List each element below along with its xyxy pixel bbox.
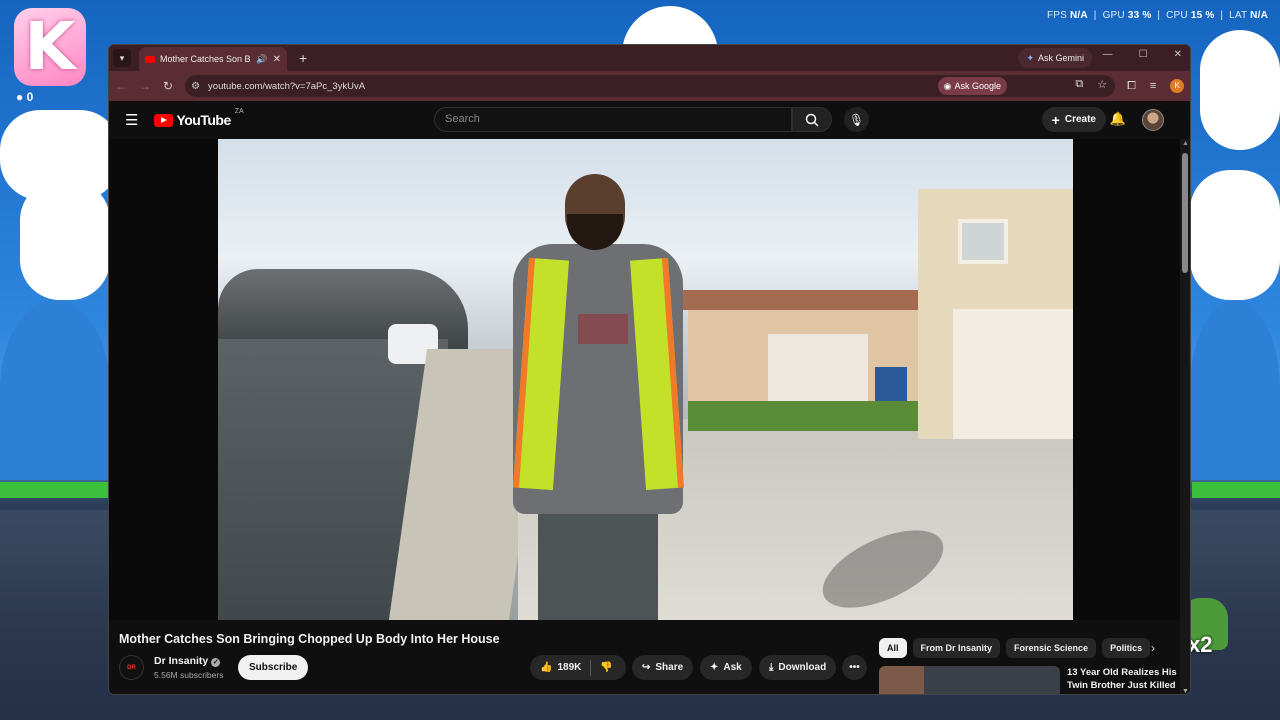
page-scrollbar[interactable]: ▲ ▼	[1180, 139, 1190, 694]
youtube-header: ☰ YouTube ZA Search 🎙 + Create 🔔	[109, 101, 1190, 139]
reload-icon[interactable]: ↻	[163, 79, 173, 93]
download-icon: ⤓	[769, 662, 774, 673]
country-code: ZA	[234, 108, 244, 115]
url-text[interactable]: youtube.com/watch?v=7aPc_3ykUvA	[208, 81, 365, 92]
search-input[interactable]: Search	[434, 107, 792, 132]
ask-google-button[interactable]: ◉ Ask Google	[937, 77, 1008, 95]
multiplier-badge: x2	[1188, 632, 1213, 657]
video-house-right	[918, 189, 1073, 439]
like-count[interactable]: 189K	[557, 662, 581, 673]
share-arrow-icon: ↪	[642, 662, 651, 673]
grass	[0, 482, 108, 498]
youtube-logo[interactable]: YouTube ZA	[154, 108, 244, 128]
cloud	[20, 180, 110, 300]
youtube-favicon-icon	[145, 55, 155, 63]
recommendation-chips: All From Dr Insanity Forensic Science Po…	[879, 638, 1151, 658]
tab-strip: ▾ Mother Catches Son Bringing Chopped Up…	[109, 45, 1190, 71]
scrollbar-thumb[interactable]	[1182, 153, 1188, 273]
voice-search-button[interactable]: 🎙	[844, 107, 869, 132]
subscribe-button[interactable]: Subscribe	[238, 655, 309, 680]
like-dislike-group: 👍 189K 👎	[530, 655, 626, 680]
share-button[interactable]: ↪ Share	[632, 655, 694, 680]
media-control-icon[interactable]: ≡	[1150, 80, 1156, 92]
window-controls: — ☐ ✕	[1103, 49, 1182, 60]
address-bar[interactable]: ⚙ youtube.com/watch?v=7aPc_3ykUvA ◉ Ask …	[185, 75, 1116, 97]
speaker-icon[interactable]: 🔊	[256, 54, 267, 65]
video-person	[493, 174, 693, 620]
bookmark-star-icon[interactable]: ☆	[1097, 78, 1107, 91]
scroll-up-icon[interactable]: ▲	[1182, 140, 1189, 147]
new-tab-button[interactable]: +	[299, 50, 307, 66]
performance-overlay: FPS N/A | GPU 33 % | CPU 15 % | LAT N/A	[1046, 10, 1268, 21]
thumbs-up-icon[interactable]: 👍	[540, 662, 552, 673]
scroll-down-icon[interactable]: ▼	[1182, 688, 1189, 694]
chip-from-channel[interactable]: From Dr Insanity	[912, 638, 1001, 658]
subscriber-count: 5.56M subscribers	[154, 670, 224, 680]
video-frame[interactable]	[218, 139, 1073, 620]
forward-arrow-icon[interactable]: →	[139, 79, 151, 93]
video-player[interactable]	[109, 139, 1182, 620]
youtube-play-icon	[154, 113, 174, 127]
video-info-section: Mother Catches Son Bringing Chopped Up B…	[109, 620, 1182, 694]
chevron-down-icon: ▾	[119, 52, 125, 63]
chevron-right-icon[interactable]: ›	[1151, 638, 1155, 658]
microphone-icon: 🎙	[848, 112, 865, 127]
video-trash-bin	[875, 367, 907, 401]
cast-icon[interactable]: ⧉	[1075, 78, 1083, 91]
browser-window: ▾ Mother Catches Son Bringing Chopped Up…	[108, 44, 1191, 695]
chip-all[interactable]: All	[879, 638, 907, 658]
tab-youtube[interactable]: Mother Catches Son Bringing Chopped Up B…	[139, 47, 287, 71]
ask-button[interactable]: ✦ Ask	[700, 655, 752, 680]
gemini-sparkle-icon: ✦	[1026, 52, 1034, 63]
mountain	[1190, 300, 1280, 480]
sparkle-icon: ✦	[710, 662, 719, 673]
cloud	[1200, 30, 1280, 150]
k-counter: ● 0	[16, 90, 34, 104]
lens-icon: ◉	[943, 80, 952, 91]
search-icon	[805, 113, 819, 127]
plus-icon: +	[1051, 111, 1060, 128]
user-avatar[interactable]	[1142, 109, 1164, 131]
verified-check-icon: ✓	[211, 658, 221, 667]
extensions-icon[interactable]: ⧠	[1127, 80, 1136, 93]
channel-name[interactable]: Dr Insanity ✓	[154, 655, 221, 667]
close-tab-icon[interactable]: ✕	[273, 54, 281, 65]
download-button[interactable]: ⤓ Download	[759, 655, 837, 680]
grass	[1192, 482, 1280, 498]
search-button[interactable]	[792, 107, 832, 132]
browser-toolbar: ← → ↻ ⚙ youtube.com/watch?v=7aPc_3ykUvA …	[109, 71, 1190, 101]
recommendation-title[interactable]: 13 Year Old Realizes His Twin Brother Ju…	[1067, 666, 1177, 694]
video-lawn	[688, 401, 918, 431]
back-arrow-icon[interactable]: ←	[115, 79, 127, 93]
maximize-icon[interactable]: ☐	[1139, 49, 1148, 60]
hamburger-menu-icon[interactable]: ☰	[125, 111, 138, 129]
site-info-icon[interactable]: ⚙	[191, 81, 200, 92]
chip-politics[interactable]: Politics	[1102, 638, 1151, 658]
more-actions-button[interactable]: •••	[842, 655, 867, 680]
ask-gemini-button[interactable]: ✦ Ask Gemini	[1018, 48, 1092, 68]
profile-avatar[interactable]: K	[1170, 79, 1185, 93]
recommendation-thumbnail[interactable]	[879, 666, 1060, 694]
tab-title: Mother Catches Son Bringing Chopped Up B…	[160, 54, 251, 64]
close-window-icon[interactable]: ✕	[1174, 49, 1182, 60]
video-title: Mother Catches Son Bringing Chopped Up B…	[119, 632, 500, 646]
channel-avatar[interactable]: DR	[119, 655, 144, 680]
minimize-icon[interactable]: —	[1103, 49, 1113, 60]
mountain	[0, 300, 110, 480]
thumbs-down-icon[interactable]: 👎	[600, 662, 612, 673]
cloud	[1190, 170, 1280, 300]
create-button[interactable]: + Create	[1041, 107, 1106, 132]
k-logo: K	[14, 8, 86, 86]
notifications-bell-icon[interactable]: 🔔	[1110, 111, 1126, 127]
tab-search-button[interactable]: ▾	[113, 49, 131, 67]
more-horizontal-icon: •••	[849, 662, 860, 673]
chip-forensic-science[interactable]: Forensic Science	[1006, 638, 1097, 658]
